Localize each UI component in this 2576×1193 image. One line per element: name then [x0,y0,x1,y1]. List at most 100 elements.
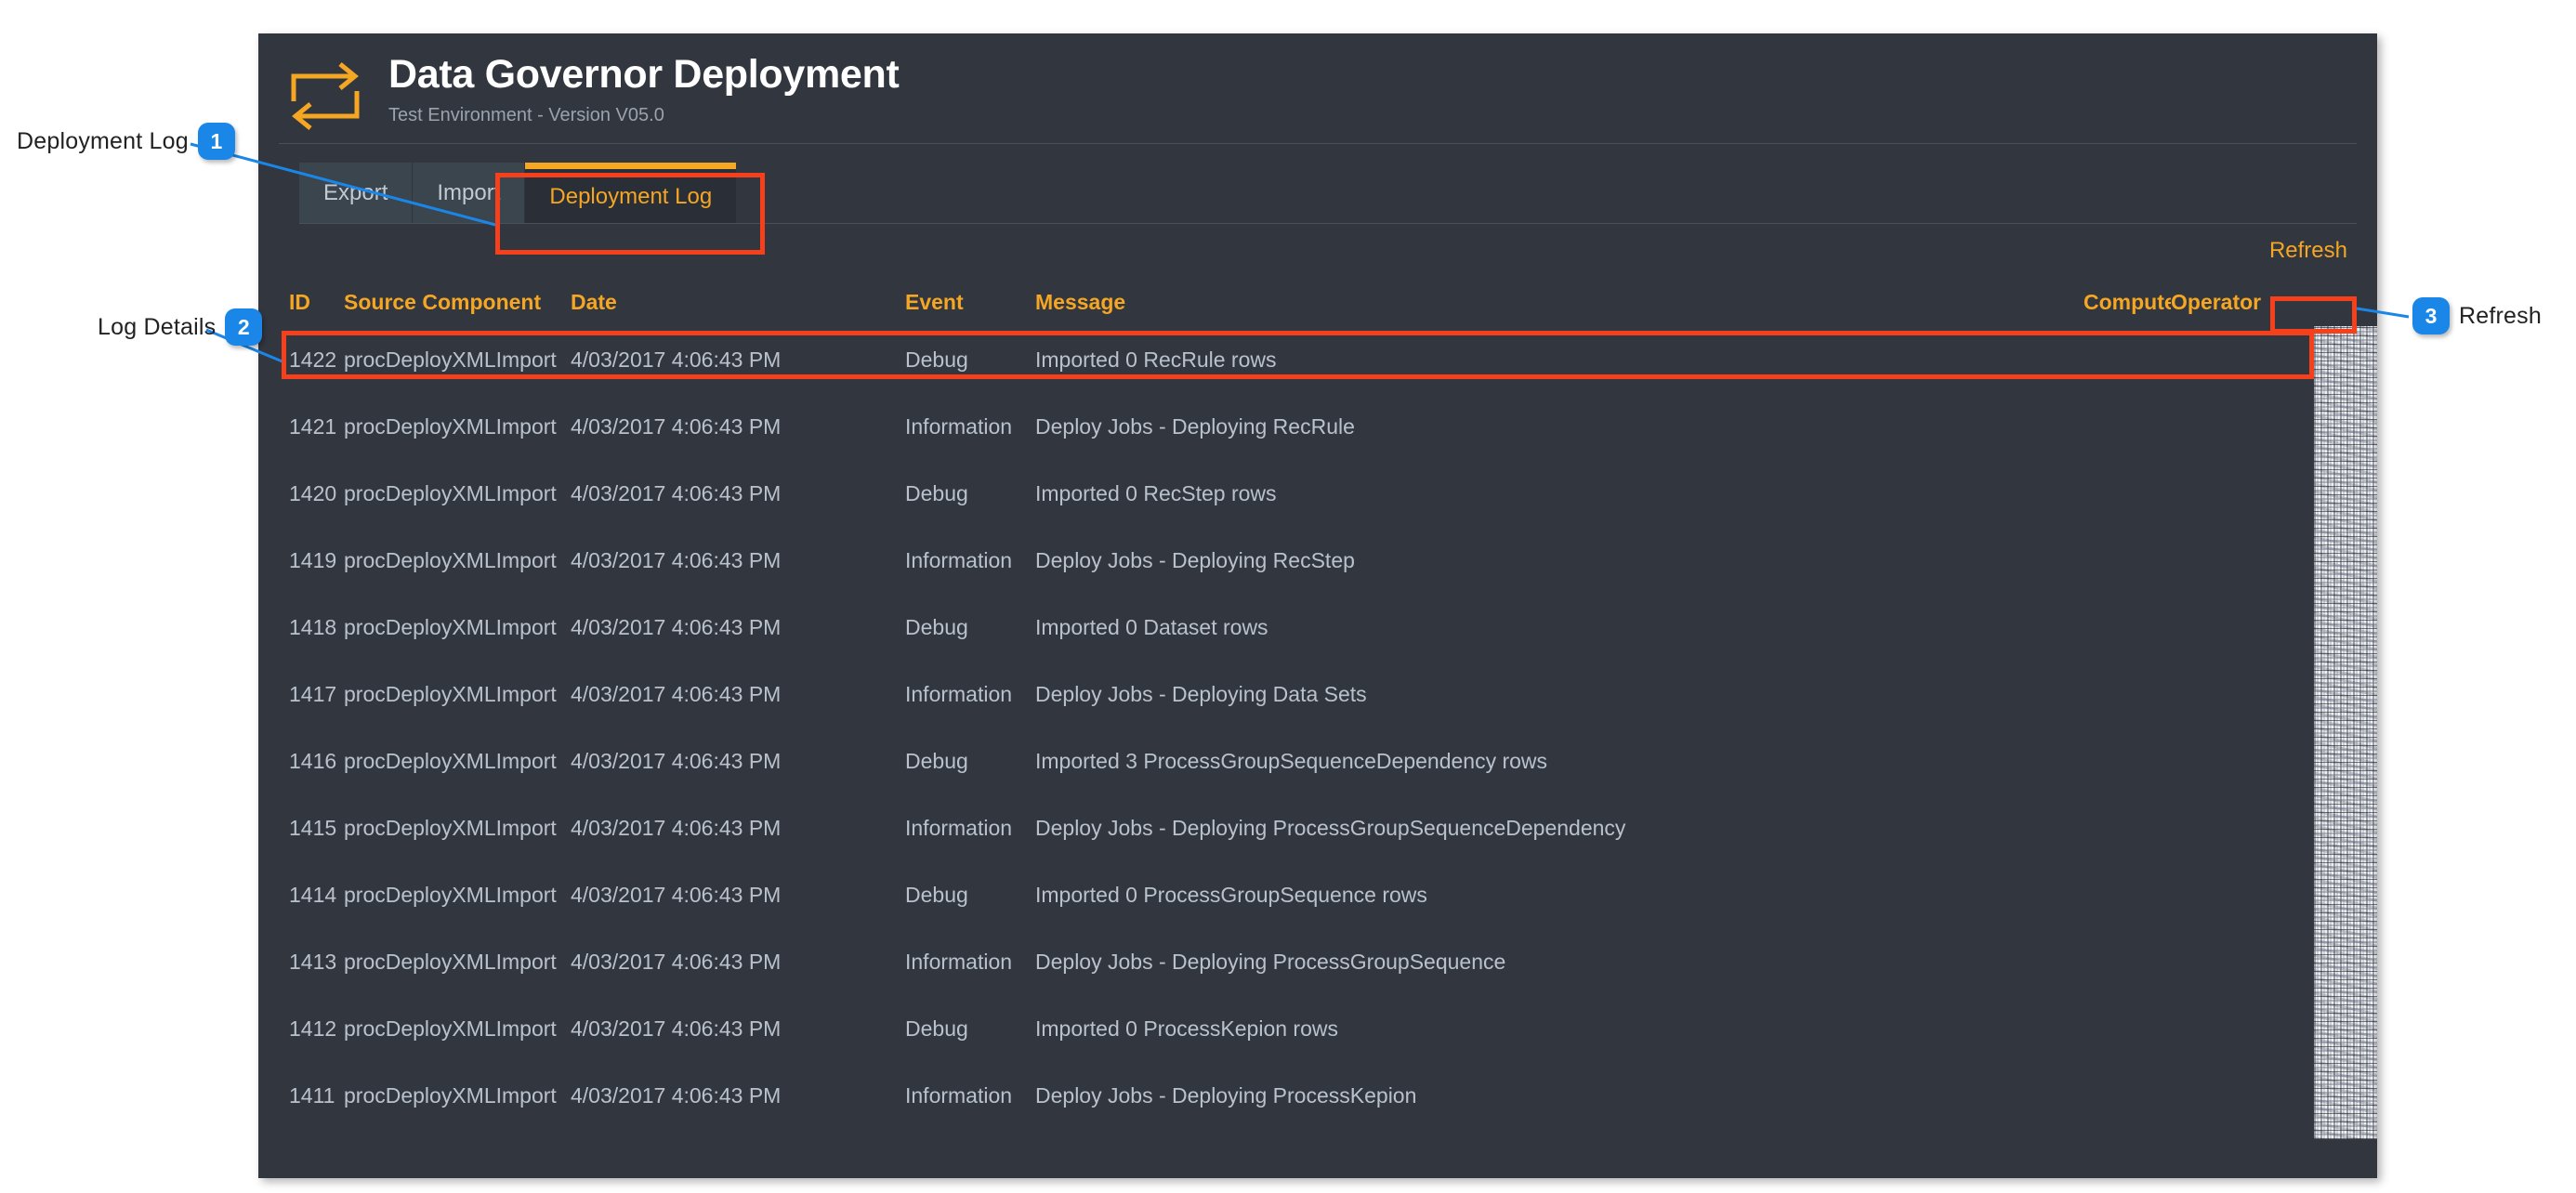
column-header-event[interactable]: Event [905,290,1035,315]
callout-3-badge: 3 [2412,297,2450,334]
column-header-message[interactable]: Message [1035,290,2083,315]
cell-date: 4/03/2017 4:06:43 PM [571,614,782,639]
column-header-computer[interactable]: Computer [2083,290,2171,315]
page-title: Data Governor Deployment [388,52,900,97]
app-header: Data Governor Deployment Test Environmen… [258,33,2377,143]
callout-2-badge: 2 [225,308,263,346]
cell-date: 4/03/2017 4:06:43 PM [571,547,782,572]
cell-source: procDeployXMLImport [344,1082,557,1108]
callout-3-label: Refresh [2459,302,2542,329]
cell-id: 1418 [289,614,337,639]
cell-date: 4/03/2017 4:06:43 PM [571,413,782,439]
cell-event: Debug [905,614,968,639]
tab-bar: Export Import Deployment Log [258,144,2377,224]
cell-source: procDeployXMLImport [344,413,557,439]
cell-event: Debug [905,1016,968,1041]
cell-source: procDeployXMLImport [344,1016,557,1041]
cell-id: 1414 [289,882,337,907]
cell-message: Deploy Jobs - Deploying ProcessGroupSequ… [1035,949,1506,974]
deployment-log-table: ID Source Component Date Event Message C… [258,278,2377,1139]
table-row[interactable]: 1416 procDeployXMLImport 4/03/2017 4:06:43… [281,728,2357,794]
table-row[interactable]: 1422 procDeployXMLImport 4/03/2017 4:06:43… [281,326,2357,393]
cell-id: 1411 [289,1082,335,1108]
column-header-id[interactable]: ID [281,290,344,315]
table-header-row: ID Source Component Date Event Message C… [281,278,2357,326]
column-header-date[interactable]: Date [571,290,905,315]
refresh-button[interactable]: Refresh [2264,236,2353,266]
cell-event: Debug [905,882,968,907]
tab-deployment-log[interactable]: Deployment Log [525,163,737,224]
computer-column-redaction [2314,326,2377,1139]
table-row[interactable]: 1412 procDeployXMLImport 4/03/2017 4:06:43… [281,995,2357,1062]
callout-2: Log Details 2 [98,308,263,346]
cell-source: procDeployXMLImport [344,347,557,372]
cell-event: Debug [905,347,968,372]
cell-message: Imported 3 ProcessGroupSequenceDependenc… [1035,748,1548,773]
tab-underline [299,223,2357,224]
table-row[interactable]: 1417 procDeployXMLImport 4/03/2017 4:06:43… [281,661,2357,728]
cell-id: 1421 [289,413,337,439]
column-header-source[interactable]: Source Component [344,290,571,315]
repeat-arrows-icon [281,58,370,136]
title-block: Data Governor Deployment Test Environmen… [388,52,900,126]
table-toolbar: Refresh [258,224,2377,278]
cell-id: 1415 [289,815,337,840]
cell-event: Information [905,815,1013,840]
callout-1-label: Deployment Log [17,127,189,154]
cell-date: 4/03/2017 4:06:43 PM [571,681,782,706]
app-panel: Data Governor Deployment Test Environmen… [258,33,2377,1178]
cell-message: Deploy Jobs - Deploying RecStep [1035,547,1355,572]
cell-message: Deploy Jobs - Deploying RecRule [1035,413,1355,439]
cell-message: Deploy Jobs - Deploying Data Sets [1035,681,1367,706]
table-row[interactable]: 1419 procDeployXMLImport 4/03/2017 4:06:43… [281,527,2357,594]
cell-date: 4/03/2017 4:06:43 PM [571,347,782,372]
cell-id: 1420 [289,480,337,505]
column-header-operator[interactable]: Operator [2171,290,2357,315]
callout-3: 3 Refresh [2412,297,2542,334]
table-row[interactable]: 1421 procDeployXMLImport 4/03/2017 4:06:43… [281,393,2357,460]
cell-source: procDeployXMLImport [344,949,557,974]
environment-version-label: Test Environment - Version V05.0 [388,105,664,126]
cell-date: 4/03/2017 4:06:43 PM [571,748,782,773]
cell-id: 1412 [289,1016,337,1041]
cell-source: procDeployXMLImport [344,815,557,840]
callout-1-badge: 1 [197,123,235,160]
cell-date: 4/03/2017 4:06:43 PM [571,882,782,907]
cell-id: 1413 [289,949,337,974]
cell-date: 4/03/2017 4:06:43 PM [571,480,782,505]
cell-event: Information [905,949,1013,974]
cell-message: Imported 0 ProcessKepion rows [1035,1016,1338,1041]
cell-source: procDeployXMLImport [344,681,557,706]
cell-event: Debug [905,748,968,773]
cell-id: 1419 [289,547,337,572]
cell-source: procDeployXMLImport [344,614,557,639]
table-row[interactable]: 1415 procDeployXMLImport 4/03/2017 4:06:43… [281,794,2357,861]
cell-event: Information [905,681,1013,706]
cell-message: Deploy Jobs - Deploying ProcessKepion [1035,1082,1417,1108]
cell-source: procDeployXMLImport [344,547,557,572]
cell-event: Information [905,1082,1013,1108]
cell-message: Deploy Jobs - Deploying ProcessGroupSequ… [1035,815,1626,840]
cell-event: Debug [905,480,968,505]
table-row[interactable]: 1413 procDeployXMLImport 4/03/2017 4:06:43… [281,928,2357,995]
cell-message: Imported 0 RecRule rows [1035,347,1277,372]
tab-import[interactable]: Import [413,163,526,224]
cell-message: Imported 0 RecStep rows [1035,480,1277,505]
table-row[interactable]: 1414 procDeployXMLImport 4/03/2017 4:06:43… [281,861,2357,928]
cell-source: procDeployXMLImport [344,480,557,505]
cell-event: Information [905,413,1013,439]
cell-id: 1422 [289,347,337,372]
table-row[interactable]: 1420 procDeployXMLImport 4/03/2017 4:06:43… [281,460,2357,527]
cell-message: Imported 0 ProcessGroupSequence rows [1035,882,1427,907]
table-row[interactable]: 1418 procDeployXMLImport 4/03/2017 4:06:43… [281,594,2357,661]
table-body: 1422 procDeployXMLImport 4/03/2017 4:06:43… [281,326,2377,1139]
cell-source: procDeployXMLImport [344,748,557,773]
tab-export[interactable]: Export [299,163,414,224]
cell-event: Information [905,547,1013,572]
cell-date: 4/03/2017 4:06:43 PM [571,1082,782,1108]
cell-message: Imported 0 Dataset rows [1035,614,1268,639]
callout-2-label: Log Details [98,313,217,340]
table-row[interactable]: 1411 procDeployXMLImport 4/03/2017 4:06:43… [281,1062,2357,1129]
cell-date: 4/03/2017 4:06:43 PM [571,815,782,840]
cell-id: 1416 [289,748,337,773]
